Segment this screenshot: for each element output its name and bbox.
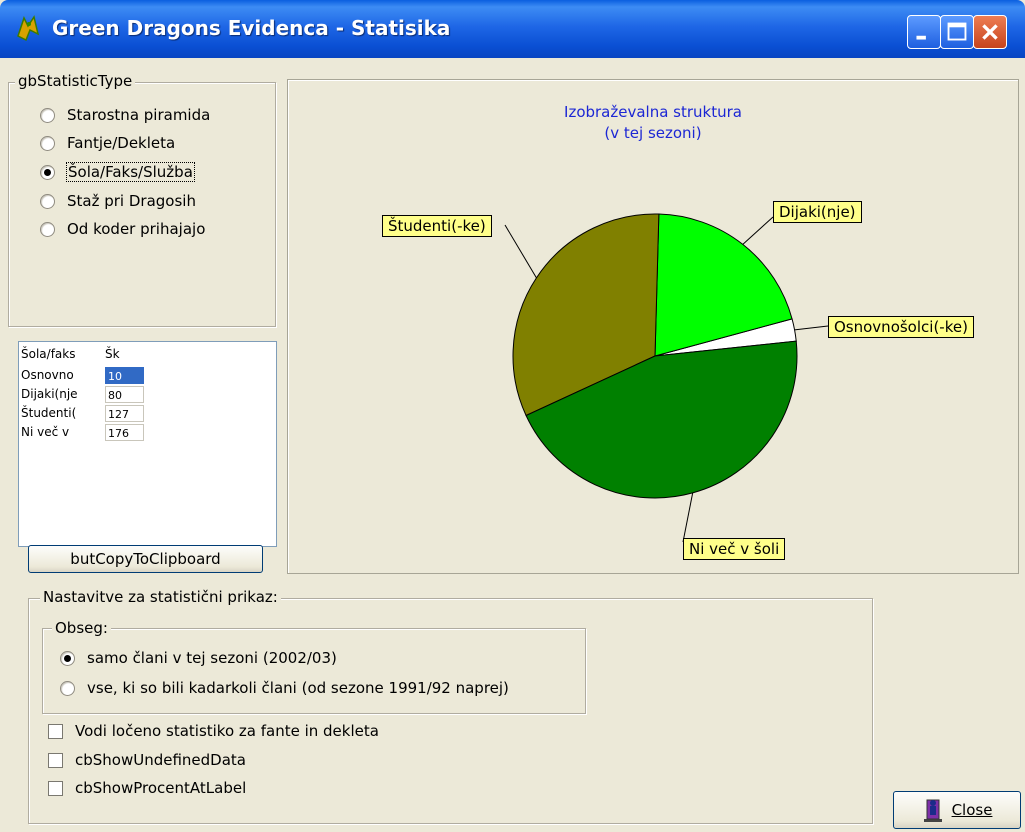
row-label: Ni več v xyxy=(21,425,70,439)
minimize-button[interactable] xyxy=(907,15,941,49)
row-label: Osnovno xyxy=(21,368,74,382)
radio-label: Šola/Faks/Služba xyxy=(66,162,195,182)
statistics-grid[interactable]: Šola/faks Šk Osnovno 10 Dijaki(nje 80 Št… xyxy=(18,341,277,547)
pie-leader-line xyxy=(682,492,694,543)
maximize-button[interactable] xyxy=(940,15,974,49)
checkbox-separate-stats[interactable]: Vodi ločeno statistiko za fante in dekle… xyxy=(48,720,379,742)
checkbox-label: cbShowProcentAtLabel xyxy=(75,779,247,797)
radio-circle[interactable] xyxy=(40,135,55,151)
row-value[interactable]: 176 xyxy=(105,424,144,441)
close-window-button[interactable] xyxy=(973,15,1007,49)
door-exit-icon xyxy=(923,799,942,822)
radio-membership-length[interactable]: Staž pri Dragosih xyxy=(40,190,196,212)
radio-age-pyramid[interactable]: Starostna piramida xyxy=(40,104,210,126)
pie-leader-line xyxy=(742,216,774,245)
table-row[interactable]: Osnovno 10 xyxy=(21,367,144,384)
radio-boys-girls[interactable]: Fantje/Dekleta xyxy=(40,132,175,154)
pie-leader-line xyxy=(794,325,829,331)
checkbox-box[interactable] xyxy=(48,780,63,796)
grid-header-cell: Šola/faks xyxy=(21,347,76,361)
copy-to-clipboard-button[interactable]: butCopyToClipboard xyxy=(28,545,263,573)
radio-label: samo člani v tej sezoni (2002/03) xyxy=(87,649,337,667)
radio-circle[interactable] xyxy=(60,680,75,696)
table-row[interactable]: Dijaki(nje 80 xyxy=(21,386,144,403)
chart-panel: Izobraževalna struktura (v tej sezoni) Š… xyxy=(287,79,1019,574)
radio-school-work[interactable]: Šola/Faks/Služba xyxy=(40,161,195,183)
checkbox-box[interactable] xyxy=(48,752,63,768)
pie-label-dijaki: Dijaki(nje) xyxy=(773,201,862,223)
table-row[interactable]: Študenti( 127 xyxy=(21,405,144,422)
dragon-app-icon xyxy=(17,15,40,42)
radio-label: Od koder prihajajo xyxy=(67,220,206,238)
minimize-icon xyxy=(916,35,926,40)
row-label: Študenti( xyxy=(21,406,77,420)
scope-group xyxy=(42,628,586,714)
checkbox-box[interactable] xyxy=(48,723,63,739)
close-button-label: Close xyxy=(951,801,993,819)
scope-caption: Obseg: xyxy=(52,619,111,637)
row-value[interactable]: 10 xyxy=(105,367,144,384)
radio-label: Fantje/Dekleta xyxy=(67,134,176,152)
checkbox-show-undefined-data[interactable]: cbShowUndefinedData xyxy=(48,749,246,771)
radio-current-season[interactable]: samo člani v tej sezoni (2002/03) xyxy=(60,647,337,669)
radio-circle[interactable] xyxy=(40,164,55,180)
settings-caption: Nastavitve za statistični prikaz: xyxy=(40,588,281,606)
table-row[interactable]: Ni več v 176 xyxy=(21,424,144,441)
radio-circle[interactable] xyxy=(40,193,55,209)
row-value[interactable]: 80 xyxy=(105,386,144,403)
title-bar[interactable]: Green Dragons Evidenca - Statisika xyxy=(0,0,1025,58)
radio-origin[interactable]: Od koder prihajajo xyxy=(40,218,205,240)
radio-circle[interactable] xyxy=(60,650,75,666)
pie-label-ni-vec-v-soli: Ni več v šoli xyxy=(683,538,786,560)
radio-all-members[interactable]: vse, ki so bili kadarkoli člani (od sezo… xyxy=(60,677,509,699)
checkbox-label: cbShowUndefinedData xyxy=(75,751,246,769)
radio-label: Staž pri Dragosih xyxy=(67,192,196,210)
radio-circle[interactable] xyxy=(40,221,55,237)
pie-label-studenti: Študenti(-ke) xyxy=(382,215,492,237)
window-title: Green Dragons Evidenca - Statisika xyxy=(52,16,451,40)
row-label: Dijaki(nje xyxy=(21,387,78,401)
close-button[interactable]: Close xyxy=(893,791,1021,829)
radio-label: vse, ki so bili kadarkoli člani (od sezo… xyxy=(87,679,509,697)
radio-label: Starostna piramida xyxy=(67,106,211,124)
radio-circle[interactable] xyxy=(40,107,55,123)
maximize-icon xyxy=(947,22,967,41)
pie-leader-line xyxy=(504,224,537,279)
row-value[interactable]: 127 xyxy=(105,405,144,422)
close-icon xyxy=(982,24,998,40)
grid-header: Šola/faks Šk xyxy=(21,346,135,363)
checkbox-show-percent-at-label[interactable]: cbShowProcentAtLabel xyxy=(48,777,246,799)
pie-label-osnovnosolci: Osnovnošolci(-ke) xyxy=(828,316,974,338)
statistic-type-caption: gbStatisticType xyxy=(15,72,136,90)
grid-header-cell: Šk xyxy=(105,347,120,361)
checkbox-label: Vodi ločeno statistiko za fante in dekle… xyxy=(75,722,379,740)
